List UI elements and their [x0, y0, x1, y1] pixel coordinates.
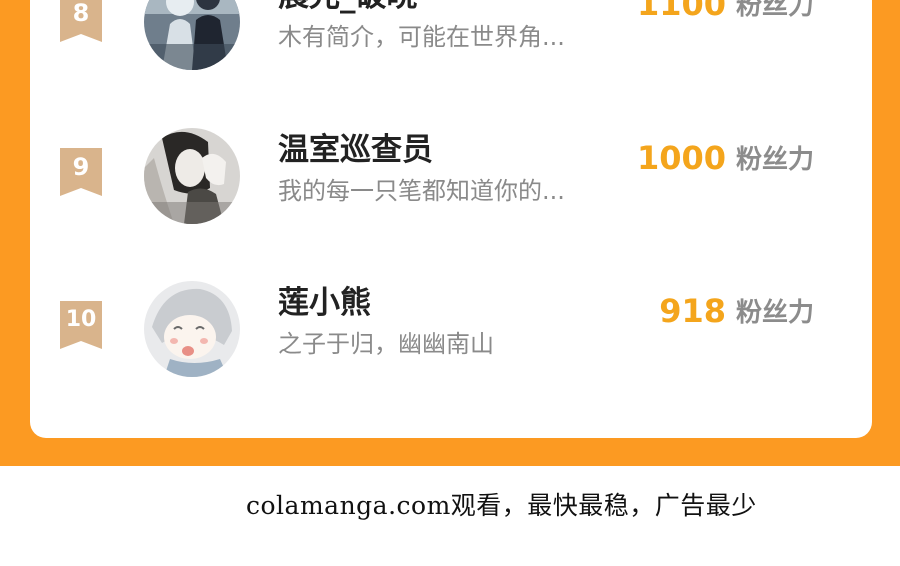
site-watermark-text: colamanga.com观看，最快最稳，广告最少 [246, 491, 757, 520]
rank-ribbon-icon: 9 [60, 148, 102, 198]
user-intro: 我的每一只笔都知道你的... [278, 177, 565, 205]
user-avatar[interactable] [144, 0, 240, 70]
rank-number: 10 [65, 307, 97, 332]
rank-ribbon-icon: 10 [60, 301, 102, 351]
ranking-row[interactable]: 8 晨光_破晓 木有简介，可能在世界角... 1100 粉丝力 [30, 0, 872, 70]
fan-count: 1000 [636, 139, 726, 177]
rank-number: 8 [72, 0, 90, 27]
user-avatar[interactable] [144, 281, 240, 377]
user-avatar[interactable] [144, 128, 240, 224]
fan-count-unit: 粉丝力 [736, 298, 815, 328]
user-intro: 之子于归，幽幽南山 [278, 330, 494, 358]
fan-count: 918 [659, 292, 726, 330]
ranking-row[interactable]: 10 莲小熊 之子于归，幽幽南山 918 粉丝力 [30, 277, 872, 377]
user-name: 莲小熊 [278, 285, 371, 321]
rank-number: 9 [72, 153, 90, 181]
fan-count-unit: 粉丝力 [736, 0, 815, 21]
ranking-row[interactable]: 9 温室巡查员 我的每一只笔都知道你的... 1000 粉丝力 [30, 124, 872, 224]
rank-ribbon-icon: 8 [60, 0, 102, 44]
user-name: 温室巡查员 [278, 132, 433, 168]
fan-count-unit: 粉丝力 [736, 145, 815, 175]
user-intro: 木有简介，可能在世界角... [278, 23, 565, 51]
fan-ranking-card: 8 晨光_破晓 木有简介，可能在世界角... 1100 粉丝力 9 [30, 0, 872, 438]
fan-count: 1100 [636, 0, 726, 23]
user-name: 晨光_破晓 [278, 0, 418, 16]
